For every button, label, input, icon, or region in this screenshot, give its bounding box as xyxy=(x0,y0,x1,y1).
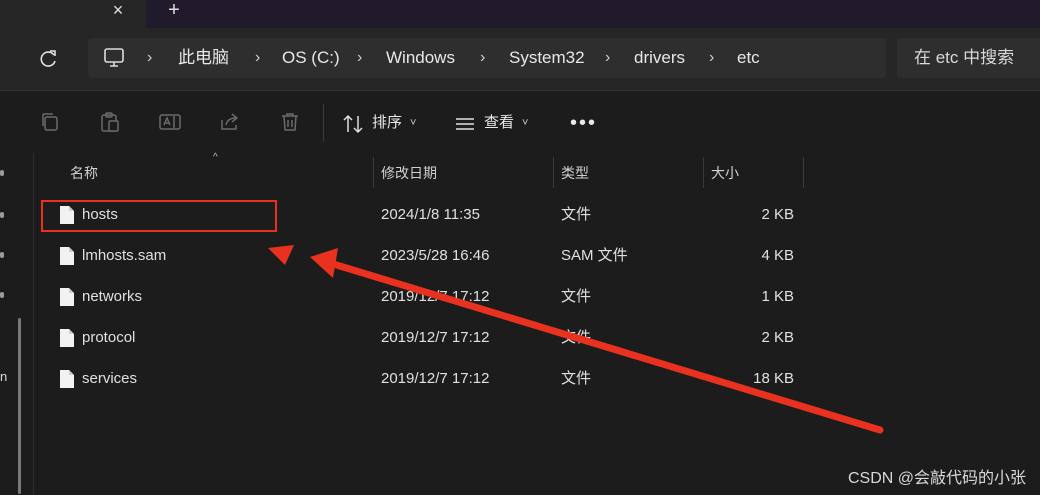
arrow-shaft xyxy=(326,259,884,434)
arrow-head-small xyxy=(268,245,294,265)
arrow-head-large xyxy=(310,248,338,278)
watermark: CSDN @会敲代码的小张 xyxy=(847,470,1026,487)
annotation-arrows xyxy=(268,245,884,434)
